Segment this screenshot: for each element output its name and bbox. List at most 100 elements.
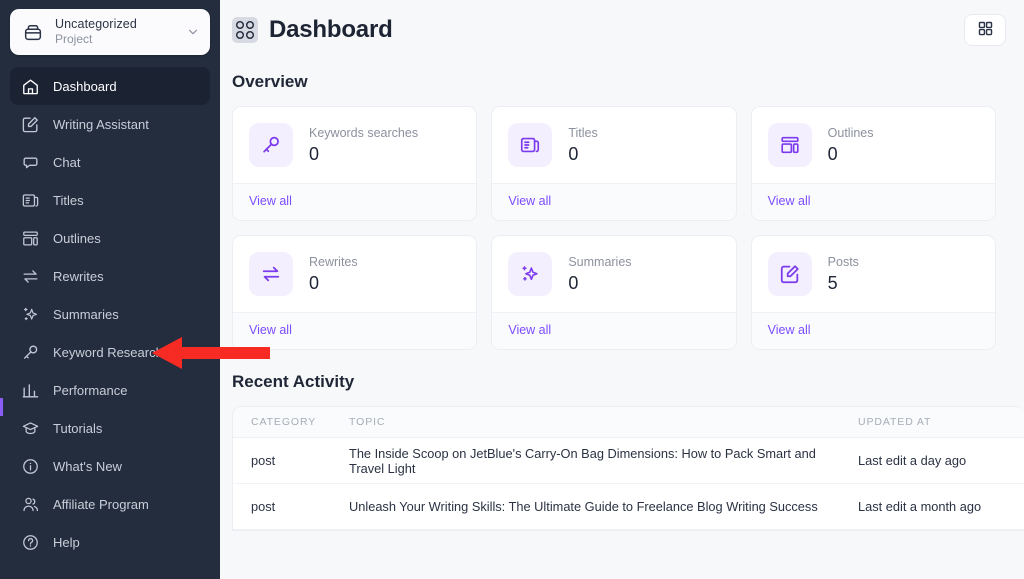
layout-icon bbox=[767, 123, 812, 167]
view-all-link[interactable]: View all bbox=[508, 194, 551, 208]
layout-icon bbox=[21, 229, 40, 248]
stat-card-rewrites[interactable]: Rewrites 0 View all bbox=[232, 235, 478, 350]
question-circle-icon bbox=[21, 533, 40, 552]
sidebar-item-label: Titles bbox=[53, 192, 84, 208]
sparkles-icon bbox=[21, 305, 40, 324]
page-title-group: Dashboard bbox=[232, 16, 393, 44]
grid-view-button[interactable] bbox=[964, 14, 1006, 46]
cell-topic[interactable]: Unleash Your Writing Skills: The Ultimat… bbox=[335, 499, 854, 514]
card-label: Outlines bbox=[827, 125, 874, 140]
project-selector[interactable]: Uncategorized Project bbox=[10, 9, 210, 55]
annotation-arrow-left-icon bbox=[152, 337, 270, 369]
card-body: Titles 0 bbox=[492, 107, 735, 183]
sidebar-item-rewrites[interactable]: Rewrites bbox=[10, 257, 210, 295]
pencil-square-icon bbox=[767, 252, 812, 296]
view-all-link[interactable]: View all bbox=[249, 323, 292, 337]
arrows-exchange-icon bbox=[249, 252, 293, 296]
sidebar-item-dashboard[interactable]: Dashboard bbox=[10, 67, 210, 105]
newspaper-icon bbox=[508, 123, 553, 167]
view-all-link[interactable]: View all bbox=[768, 323, 811, 337]
table-row[interactable]: post The Inside Scoop on JetBlue's Carry… bbox=[233, 438, 1024, 484]
sidebar-item-label: Keyword Research bbox=[53, 344, 163, 360]
stat-card-titles[interactable]: Titles 0 View all bbox=[491, 106, 737, 221]
card-value: 0 bbox=[568, 272, 579, 293]
sidebar-item-chat[interactable]: Chat bbox=[10, 143, 210, 181]
sidebar-item-tutorials[interactable]: Tutorials bbox=[10, 409, 210, 447]
sparkles-icon bbox=[508, 252, 553, 296]
sidebar-item-label: Summaries bbox=[53, 306, 119, 322]
overview-cards-row-2: Rewrites 0 View all Summaries 0 View all… bbox=[232, 235, 996, 350]
stat-card-summaries[interactable]: Summaries 0 View all bbox=[491, 235, 737, 350]
card-body: Keywords searches 0 bbox=[233, 107, 476, 183]
table-row[interactable]: post Unleash Your Writing Skills: The Ul… bbox=[233, 484, 1024, 530]
sidebar-item-label: Tutorials bbox=[53, 420, 103, 436]
sidebar: Uncategorized Project Dashboard Writing … bbox=[0, 0, 220, 579]
sidebar-item-summaries[interactable]: Summaries bbox=[10, 295, 210, 333]
sidebar-item-help[interactable]: Help bbox=[10, 523, 210, 561]
sidebar-item-whats-new[interactable]: What's New bbox=[10, 447, 210, 485]
sidebar-item-label: Chat bbox=[53, 154, 81, 170]
chat-bubble-icon bbox=[21, 153, 40, 172]
view-all-link[interactable]: View all bbox=[508, 323, 551, 337]
card-body: Posts 5 bbox=[752, 236, 995, 312]
app-root: Uncategorized Project Dashboard Writing … bbox=[0, 0, 1024, 579]
card-label: Summaries bbox=[568, 254, 632, 269]
project-name: Uncategorized bbox=[55, 16, 137, 31]
card-footer: View all bbox=[751, 183, 995, 220]
cell-category: post bbox=[251, 499, 276, 514]
card-footer: View all bbox=[492, 183, 736, 220]
stat-card-keywords-searches[interactable]: Keywords searches 0 View all bbox=[232, 106, 478, 221]
sidebar-item-label: Outlines bbox=[53, 230, 101, 246]
content-area: Overview Keywords searches 0 View all Ti… bbox=[220, 72, 1024, 531]
sidebar-item-label: Help bbox=[53, 534, 80, 550]
graduation-cap-icon bbox=[21, 419, 40, 438]
card-body: Outlines 0 bbox=[752, 107, 995, 183]
table-header-row: CATEGORY TOPIC UPDATED AT bbox=[233, 407, 1024, 438]
card-value: 0 bbox=[309, 272, 320, 293]
recent-activity-heading: Recent Activity bbox=[232, 372, 355, 391]
bar-chart-icon bbox=[21, 381, 40, 400]
key-icon bbox=[21, 343, 40, 362]
archive-box-icon bbox=[22, 21, 44, 43]
sidebar-item-affiliate-program[interactable]: Affiliate Program bbox=[10, 485, 210, 523]
home-icon bbox=[21, 77, 40, 96]
main-content: Dashboard Overview Keywords searches 0 V… bbox=[220, 0, 1024, 579]
card-label: Rewrites bbox=[309, 254, 358, 269]
card-body: Rewrites 0 bbox=[233, 236, 476, 312]
sidebar-item-performance[interactable]: Performance bbox=[10, 371, 210, 409]
sidebar-item-label: Dashboard bbox=[53, 78, 117, 94]
sidebar-item-titles[interactable]: Titles bbox=[10, 181, 210, 219]
chevron-down-icon[interactable] bbox=[186, 25, 200, 39]
newspaper-icon bbox=[21, 191, 40, 210]
stat-card-outlines[interactable]: Outlines 0 View all bbox=[750, 106, 996, 221]
sidebar-item-writing-assistant[interactable]: Writing Assistant bbox=[10, 105, 210, 143]
sidebar-item-label: Writing Assistant bbox=[53, 116, 149, 132]
sidebar-item-outlines[interactable]: Outlines bbox=[10, 219, 210, 257]
sidebar-item-label: Affiliate Program bbox=[53, 496, 149, 512]
stat-card-posts[interactable]: Posts 5 View all bbox=[750, 235, 996, 350]
grid-squares-icon bbox=[977, 20, 994, 40]
arrows-exchange-icon bbox=[21, 267, 40, 286]
view-all-link[interactable]: View all bbox=[768, 194, 811, 208]
recent-activity-table: CATEGORY TOPIC UPDATED AT post The Insid… bbox=[232, 406, 1024, 531]
card-value: 5 bbox=[827, 272, 838, 293]
dashboard-grid-icon bbox=[232, 17, 258, 43]
key-icon bbox=[249, 123, 293, 167]
sidebar-nav: Dashboard Writing Assistant Chat Titles … bbox=[0, 67, 220, 561]
topbar: Dashboard bbox=[220, 0, 1024, 60]
cell-updated-at: Last edit a day ago bbox=[858, 453, 967, 468]
cell-topic[interactable]: The Inside Scoop on JetBlue's Carry-On B… bbox=[335, 446, 854, 476]
card-label: Titles bbox=[568, 125, 598, 140]
column-header-category: CATEGORY bbox=[251, 416, 317, 428]
info-circle-icon bbox=[21, 457, 40, 476]
sidebar-item-label: What's New bbox=[53, 458, 122, 474]
overview-cards-row-1: Keywords searches 0 View all Titles 0 Vi… bbox=[232, 106, 996, 221]
cell-category: post bbox=[251, 453, 276, 468]
card-value: 0 bbox=[827, 143, 838, 164]
card-footer: View all bbox=[233, 183, 477, 220]
card-footer: View all bbox=[751, 312, 995, 349]
sidebar-item-label: Rewrites bbox=[53, 268, 104, 284]
overview-heading: Overview bbox=[232, 72, 308, 91]
view-all-link[interactable]: View all bbox=[249, 194, 292, 208]
card-label: Posts bbox=[827, 254, 859, 269]
